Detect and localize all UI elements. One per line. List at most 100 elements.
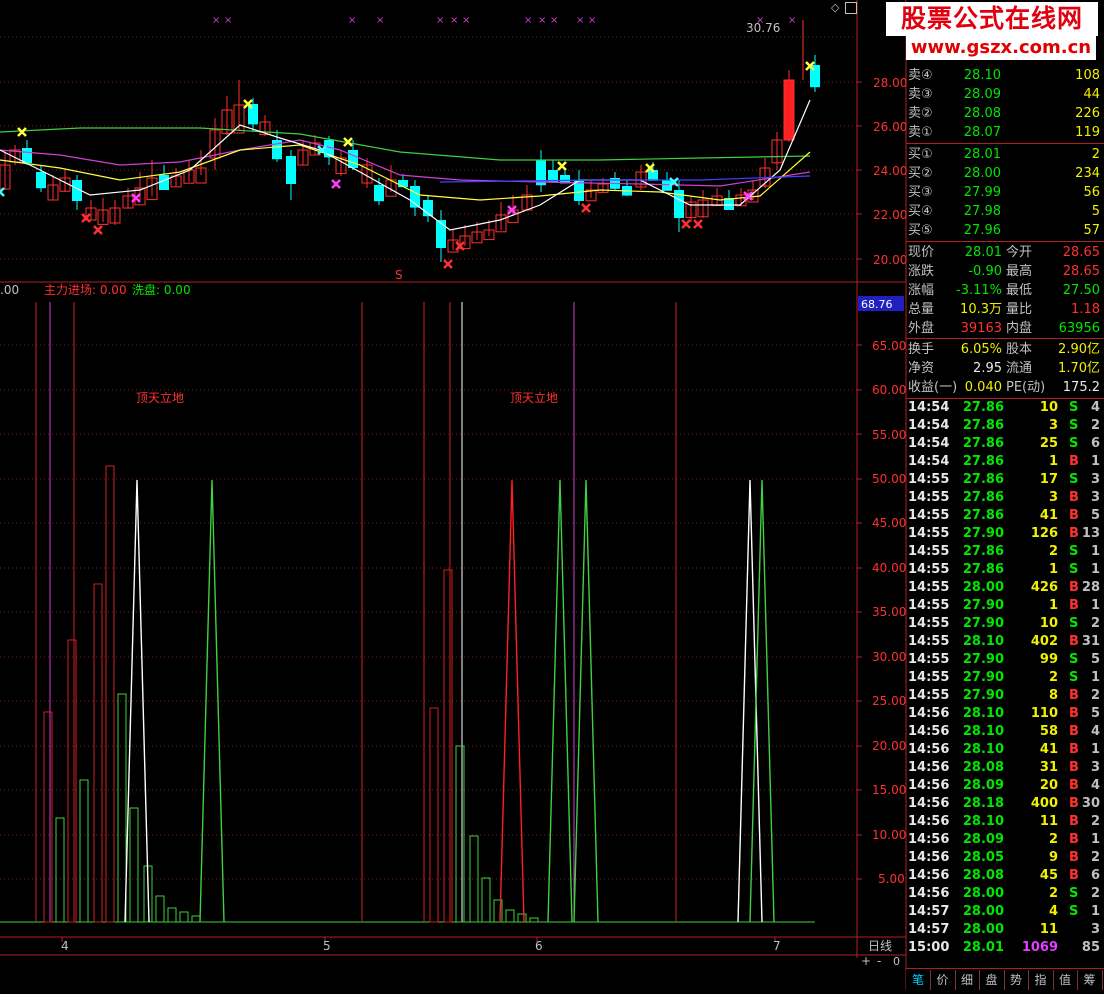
tick-row[interactable]: 14:55 27.90 126 B 13 <box>906 525 1104 543</box>
tick-count: 2 <box>1090 814 1100 829</box>
ask-row[interactable]: 卖② 28.08 226 <box>906 104 1104 123</box>
tick-row[interactable]: 14:55 27.86 3 B 3 <box>906 489 1104 507</box>
tab-7[interactable]: 筹 <box>1078 970 1103 990</box>
tab-4[interactable]: 势 <box>1004 970 1029 990</box>
tick-side: B <box>1069 868 1079 883</box>
quote-row[interactable]: 收益(一) 0.040 PE(动) 175.2 <box>906 378 1104 397</box>
tick-time: 14:56 <box>908 706 950 721</box>
quote-label: 最高 <box>1006 264 1033 279</box>
window-icon[interactable] <box>845 2 857 14</box>
tick-time: 14:55 <box>908 616 950 631</box>
tick-row[interactable]: 14:56 28.10 110 B 5 <box>906 705 1104 723</box>
tick-row[interactable]: 14:55 28.10 402 B 31 <box>906 633 1104 651</box>
tab-0[interactable]: 笔 <box>906 970 931 990</box>
tick-row[interactable]: 14:57 28.00 4 S 1 <box>906 903 1104 921</box>
tick-side: S <box>1069 400 1079 415</box>
tick-row[interactable]: 14:55 27.90 1 B 1 <box>906 597 1104 615</box>
quote-value: 2.95 <box>973 361 1002 376</box>
tick-row[interactable]: 14:54 27.86 10 S 4 <box>906 399 1104 417</box>
tick-row[interactable]: 14:56 28.10 58 B 4 <box>906 723 1104 741</box>
zoom-out-button[interactable]: - <box>877 954 881 968</box>
tick-row[interactable]: 14:54 27.86 3 S 2 <box>906 417 1104 435</box>
restore-icon[interactable]: ◇ <box>831 2 843 14</box>
tick-volume: 110 <box>1030 706 1058 721</box>
tick-row[interactable]: 14:56 28.05 9 B 2 <box>906 849 1104 867</box>
main-force-label: 主力进场: 0.00 <box>44 283 127 297</box>
quote-row[interactable]: 涨幅 -3.11% 最低 27.50 <box>906 281 1104 300</box>
tick-time: 14:55 <box>908 598 950 613</box>
candle-body <box>783 79 795 141</box>
quote-row[interactable]: 外盘 39163 内盘 63956 <box>906 319 1104 338</box>
indicator-red-bar <box>43 711 53 923</box>
tick-row[interactable]: 14:55 27.90 2 S 1 <box>906 669 1104 687</box>
quote-row[interactable]: 换手 6.05% 股本 2.90亿 <box>906 340 1104 359</box>
tick-row[interactable]: 15:00 28.01 1069 85 <box>906 939 1104 957</box>
quote-row[interactable]: 涨跌 -0.90 最高 28.65 <box>906 262 1104 281</box>
bid-row[interactable]: 买④ 27.98 5 <box>906 202 1104 221</box>
quote-row[interactable]: 净资 2.95 流通 1.70亿 <box>906 359 1104 378</box>
tick-count: 1 <box>1090 562 1100 577</box>
tick-row[interactable]: 14:56 28.10 41 B 1 <box>906 741 1104 759</box>
tab-2[interactable]: 细 <box>955 970 980 990</box>
period-label[interactable]: 日线 <box>868 939 892 953</box>
zoom-in-button[interactable]: + <box>861 954 871 968</box>
tick-row[interactable]: 14:57 28.00 11 3 <box>906 921 1104 939</box>
tick-volume: 99 <box>1039 652 1058 667</box>
tick-row[interactable]: 14:55 27.90 10 S 2 <box>906 615 1104 633</box>
tick-row[interactable]: 14:56 28.08 31 B 3 <box>906 759 1104 777</box>
bid-label: 买④ <box>908 204 933 219</box>
quote-value: -3.11% <box>956 283 1002 298</box>
tick-row[interactable]: 14:55 28.00 426 B 28 <box>906 579 1104 597</box>
tick-time: 14:55 <box>908 544 950 559</box>
ind-tick: 15.00 <box>872 783 906 797</box>
watermark-title: 股票公式在线网 <box>886 2 1098 36</box>
bid-row[interactable]: 买③ 27.99 56 <box>906 183 1104 202</box>
bid-row[interactable]: 买⑤ 27.96 57 <box>906 221 1104 240</box>
tick-side: S <box>1069 472 1079 487</box>
tick-row[interactable]: 14:56 28.00 2 S 2 <box>906 885 1104 903</box>
tick-row[interactable]: 14:55 27.86 1 S 1 <box>906 561 1104 579</box>
tab-3[interactable]: 盘 <box>980 970 1005 990</box>
tick-volume: 3 <box>1048 490 1058 505</box>
tick-row[interactable]: 14:55 27.86 17 S 3 <box>906 471 1104 489</box>
tick-row[interactable]: 14:54 27.86 25 S 6 <box>906 435 1104 453</box>
tick-price: 27.86 <box>962 490 1004 505</box>
bid-row[interactable]: 买① 28.01 2 <box>906 145 1104 164</box>
tick-volume: 1 <box>1048 598 1058 613</box>
tick-row[interactable]: 14:55 27.86 2 S 1 <box>906 543 1104 561</box>
tick-side: B <box>1069 778 1079 793</box>
candle-body <box>159 175 169 190</box>
marker-magenta-x <box>331 179 341 189</box>
tick-row[interactable]: 14:56 28.08 45 B 6 <box>906 867 1104 885</box>
marker-red-x <box>693 219 703 229</box>
tab-1[interactable]: 价 <box>931 970 956 990</box>
tick-price: 28.18 <box>962 796 1004 811</box>
scroll-zero[interactable]: 0 <box>893 955 900 968</box>
tick-count: 5 <box>1090 652 1100 667</box>
ask-row[interactable]: 卖① 28.07 119 <box>906 123 1104 142</box>
tick-count: 1 <box>1090 454 1100 469</box>
tick-volume: 58 <box>1039 724 1058 739</box>
tick-time: 14:55 <box>908 634 950 649</box>
bid-row[interactable]: 买② 28.00 234 <box>906 164 1104 183</box>
tick-row[interactable]: 14:55 27.86 41 B 5 <box>906 507 1104 525</box>
top-marker: × <box>462 15 470 26</box>
tab-6[interactable]: 值 <box>1053 970 1078 990</box>
tick-time: 14:56 <box>908 796 950 811</box>
quote-row[interactable]: 总量 10.3万 量比 1.18 <box>906 300 1104 319</box>
ask-row[interactable]: 卖③ 28.09 44 <box>906 85 1104 104</box>
tick-side: S <box>1069 616 1079 631</box>
tick-row[interactable]: 14:55 27.90 8 B 2 <box>906 687 1104 705</box>
candle-body <box>374 185 384 202</box>
tab-5[interactable]: 指 <box>1029 970 1054 990</box>
tick-row[interactable]: 14:56 28.09 2 B 1 <box>906 831 1104 849</box>
quote-row[interactable]: 现价 28.01 今开 28.65 <box>906 243 1104 262</box>
tick-row[interactable]: 14:56 28.09 20 B 4 <box>906 777 1104 795</box>
ask-row[interactable]: 卖④ 28.10 108 <box>906 66 1104 85</box>
tick-row[interactable]: 14:54 27.86 1 B 1 <box>906 453 1104 471</box>
tick-row[interactable]: 14:55 27.90 99 S 5 <box>906 651 1104 669</box>
ma-line-magenta <box>0 139 811 187</box>
tick-row[interactable]: 14:56 28.10 11 B 2 <box>906 813 1104 831</box>
tick-row[interactable]: 14:56 28.18 400 B 30 <box>906 795 1104 813</box>
tick-volume: 1 <box>1048 454 1058 469</box>
